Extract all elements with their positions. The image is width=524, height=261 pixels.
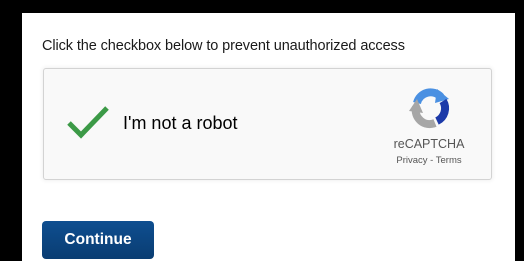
recaptcha-widget: I'm not a robot reCAPTCHA Privacy - Term… (43, 68, 492, 180)
checkmark-icon (67, 106, 109, 139)
continue-button[interactable]: Continue (42, 221, 154, 259)
recaptcha-brand-text: reCAPTCHA (393, 137, 465, 151)
instruction-text: Click the checkbox below to prevent unau… (42, 38, 405, 54)
recaptcha-branding: reCAPTCHA Privacy - Terms (379, 85, 479, 173)
privacy-terms-links[interactable]: Privacy - Terms (379, 155, 479, 166)
checkbox-label: I'm not a robot (123, 113, 238, 133)
recaptcha-logo-icon (409, 88, 450, 129)
recaptcha-checkbox[interactable] (66, 105, 110, 139)
